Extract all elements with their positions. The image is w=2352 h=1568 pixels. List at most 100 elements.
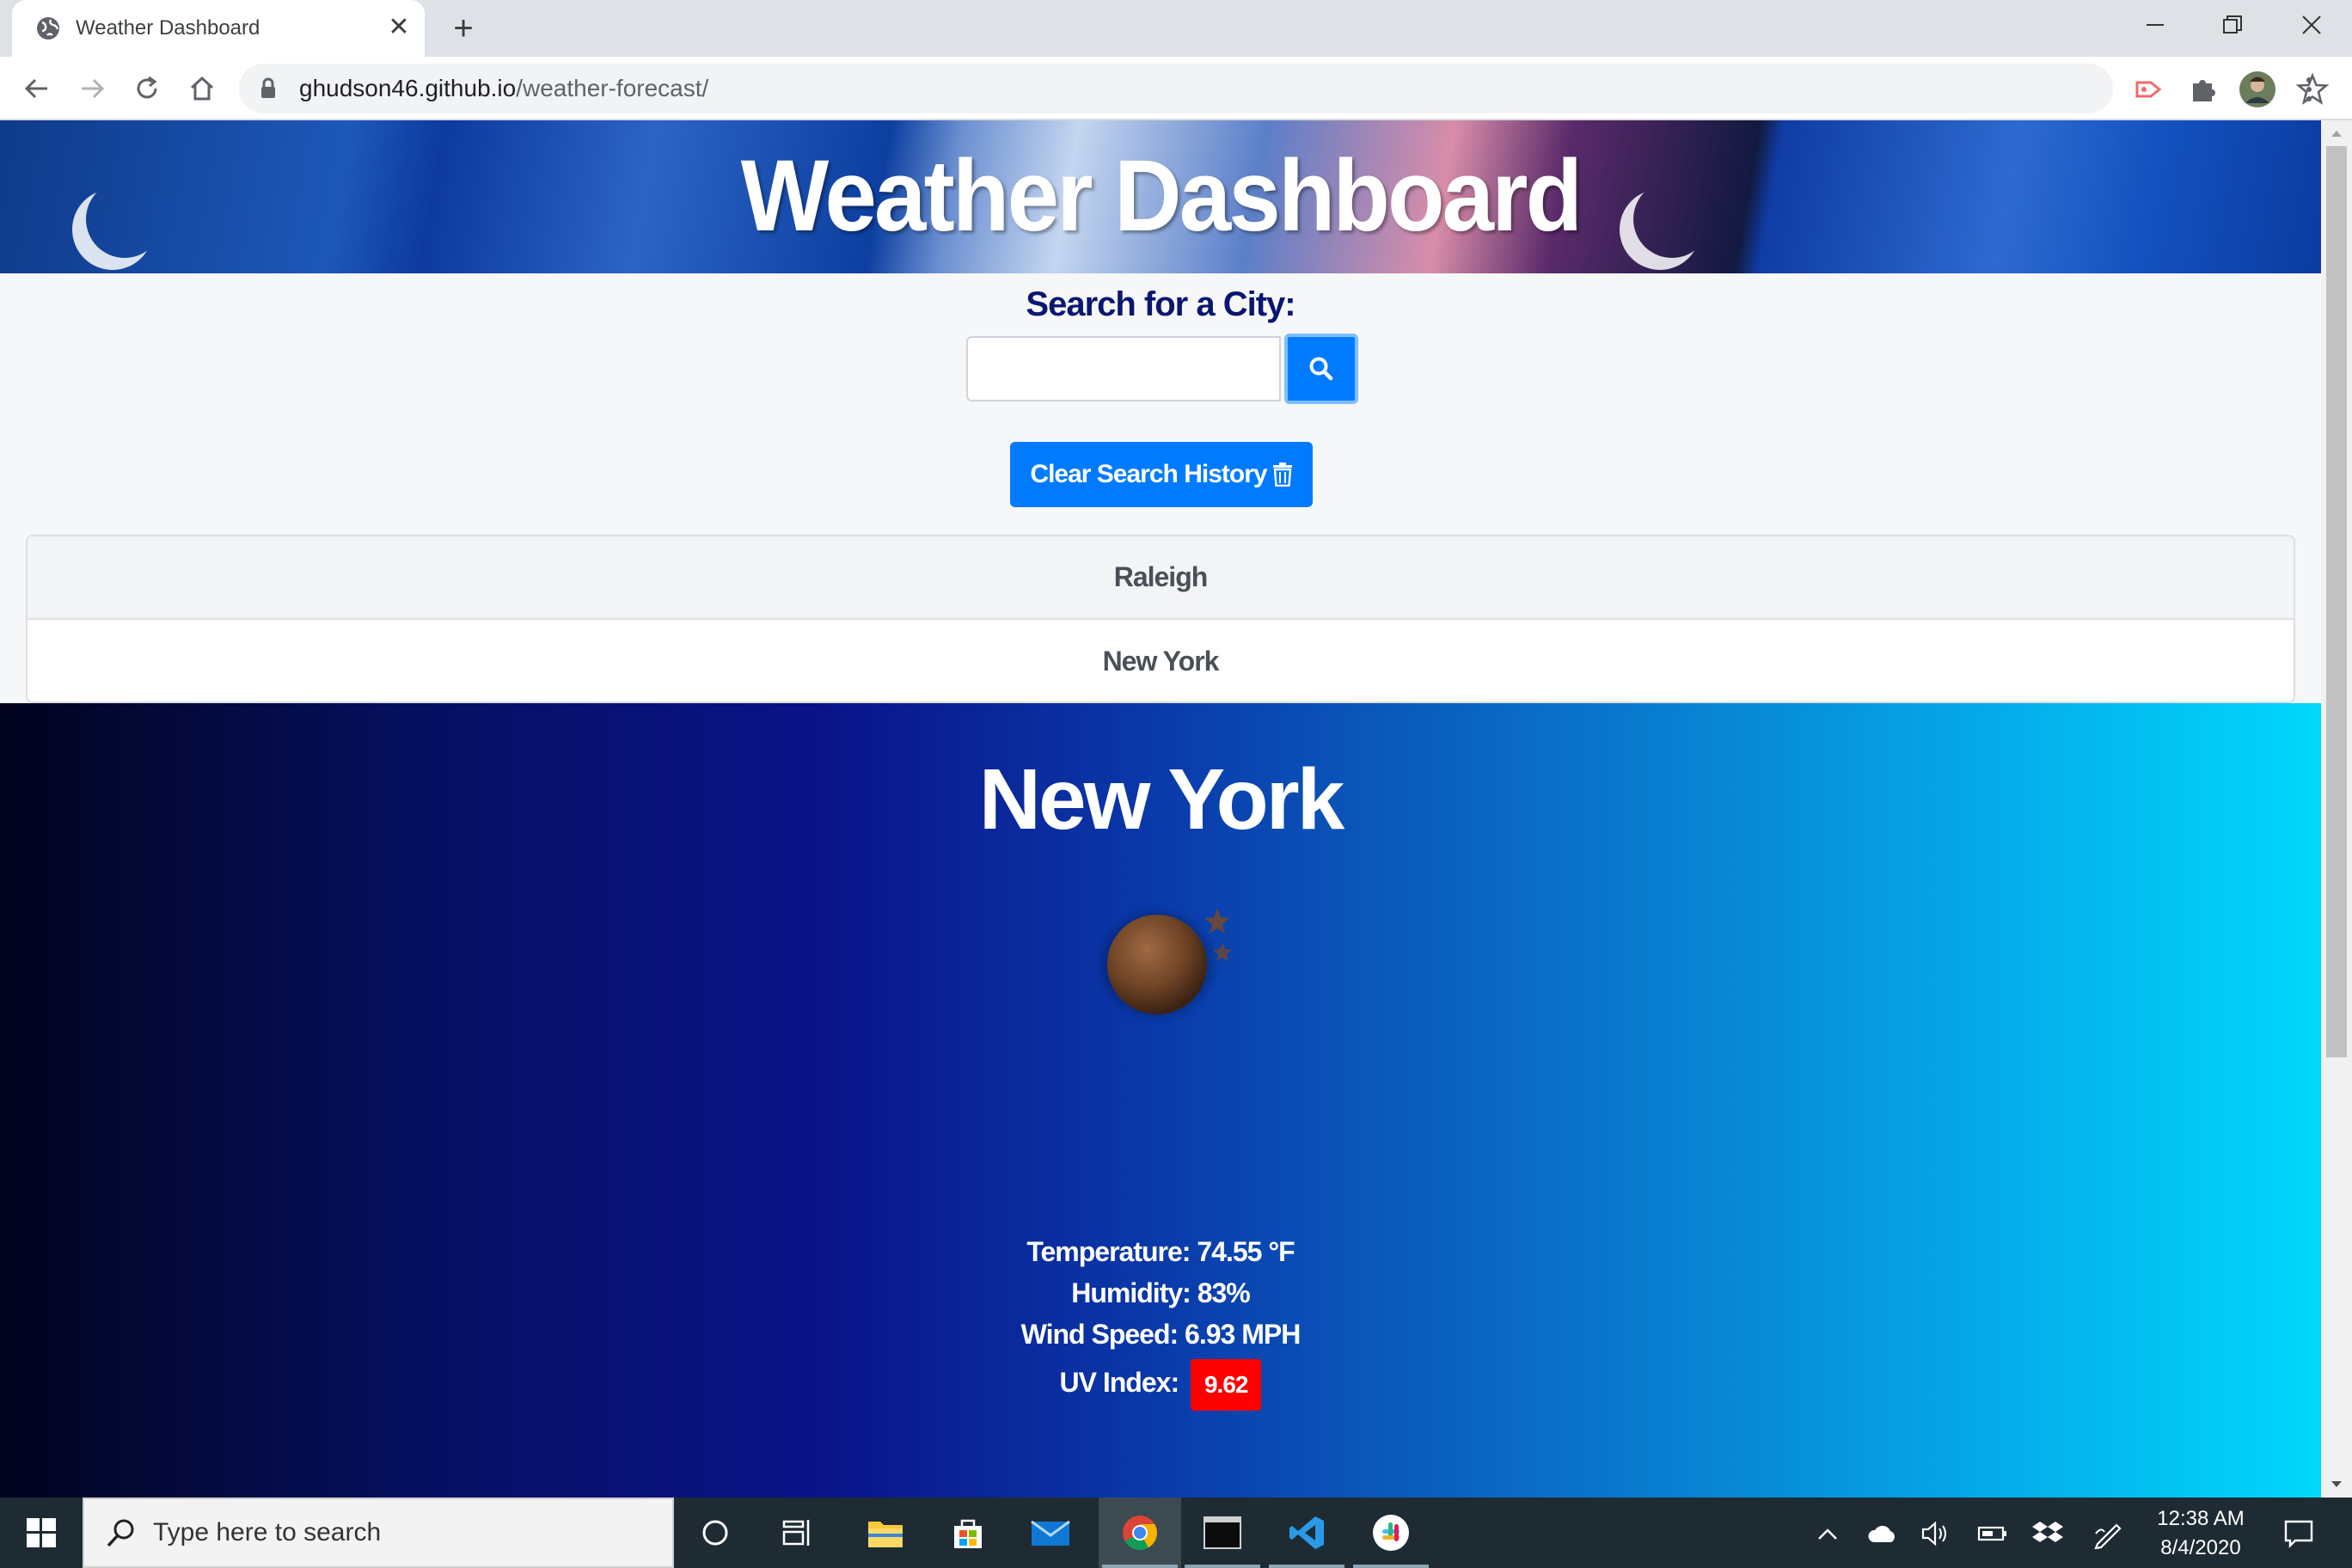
pen-workspace-tray-icon[interactable]: [2089, 1515, 2127, 1553]
temperature-text: Temperature: 74.55 °F: [1026, 1236, 1295, 1267]
clear-history-label: Clear Search History: [1030, 460, 1267, 488]
notification-icon: [2284, 1520, 2313, 1548]
battery-tray-icon[interactable]: [1974, 1515, 2012, 1553]
search-icon: [107, 1519, 134, 1547]
task-view-icon: [782, 1520, 810, 1546]
search-button[interactable]: [1284, 334, 1358, 404]
pen-icon: [2094, 1523, 2122, 1549]
clock-date: 8/4/2020: [2160, 1536, 2241, 1559]
slack-icon: [1373, 1515, 1409, 1551]
action-center-button[interactable]: [2280, 1515, 2318, 1553]
store-bag-icon: [954, 1519, 982, 1548]
uv-index-label: UV Index:: [1059, 1367, 1180, 1398]
chrome-icon: [1123, 1516, 1157, 1550]
task-view-button[interactable]: [756, 1498, 839, 1568]
close-icon: [2302, 15, 2321, 34]
cortana-button[interactable]: [674, 1498, 756, 1568]
onedrive-tray-icon[interactable]: [1864, 1515, 1902, 1553]
url-text: ghudson46.github.io/weather-forecast/: [299, 75, 708, 102]
browser-tab-strip: Weather Dashboard ✕ +: [0, 0, 2352, 57]
active-indicator: [1102, 1565, 1178, 1568]
windows-taskbar: Type here to search 12:38 AM 8/4/2020: [0, 1498, 2352, 1568]
running-indicator: [1185, 1565, 1260, 1568]
tab-close-icon[interactable]: ✕: [383, 12, 414, 43]
scroll-up-arrow-icon[interactable]: [2330, 127, 2343, 141]
search-icon: [1309, 357, 1333, 381]
forecast-heading: 5-Day Forecast:: [0, 1485, 2321, 1498]
minimize-icon: [2147, 24, 2164, 26]
window-minimize-button[interactable]: [2116, 3, 2194, 46]
taskbar-search-box[interactable]: Type here to search: [83, 1498, 674, 1568]
address-bar[interactable]: ghudson46.github.io/weather-forecast/: [239, 64, 2330, 113]
extensions-puzzle-icon[interactable]: [2185, 70, 2223, 108]
running-indicator: [1353, 1565, 1429, 1568]
page-scrollbar[interactable]: [2321, 120, 2352, 1498]
dropbox-icon: [2032, 1522, 2063, 1542]
globe-icon: [37, 17, 59, 40]
page-title: Weather Dashboard: [740, 139, 1583, 253]
reload-button[interactable]: [126, 67, 168, 110]
browser-menu-button[interactable]: [2290, 70, 2328, 108]
forward-button[interactable]: [70, 67, 113, 110]
speaker-icon: [1921, 1521, 1946, 1547]
taskbar-file-explorer[interactable]: [844, 1498, 927, 1568]
browser-toolbar: ghudson46.github.io/weather-forecast/: [0, 57, 2352, 120]
home-icon: [190, 76, 214, 101]
browser-tab[interactable]: Weather Dashboard ✕: [12, 0, 425, 57]
kebab-menu-icon: [2306, 77, 2312, 101]
start-button[interactable]: [0, 1498, 83, 1568]
cortana-circle-icon: [702, 1520, 728, 1546]
dropbox-tray-icon[interactable]: [2029, 1515, 2067, 1553]
new-tab-button[interactable]: +: [445, 10, 481, 46]
search-history-list: Raleigh New York: [26, 535, 2295, 703]
chevron-up-icon: [1818, 1528, 1837, 1540]
night-clear-moon-icon: [1100, 908, 1232, 1018]
folder-icon: [868, 1522, 903, 1547]
taskbar-terminal[interactable]: [1181, 1498, 1264, 1568]
uv-index-badge: 9.62: [1190, 1358, 1262, 1411]
windows-logo-icon: [27, 1518, 56, 1547]
terminal-icon: [1204, 1516, 1241, 1549]
current-weather-panel: New York Temperature: 74.55 °F Humidity:…: [0, 703, 2321, 1498]
extension-cast-icon[interactable]: [2130, 70, 2168, 108]
arrow-left-icon: [24, 78, 47, 99]
window-close-button[interactable]: [2273, 3, 2350, 46]
taskbar-chrome[interactable]: [1099, 1498, 1181, 1568]
page-viewport: Weather Dashboard Search for a City: Cle…: [0, 120, 2352, 1498]
humidity-text: Humidity: 83%: [1071, 1277, 1250, 1308]
url-path: /weather-forecast/: [516, 75, 709, 101]
history-item-new-york[interactable]: New York: [28, 620, 2294, 701]
back-button[interactable]: [15, 67, 58, 110]
home-button[interactable]: [181, 67, 224, 110]
taskbar-vscode[interactable]: [1265, 1498, 1348, 1568]
search-label: Search for a City:: [1026, 285, 1295, 323]
taskbar-store[interactable]: [927, 1498, 1009, 1568]
scroll-down-arrow-icon[interactable]: [2330, 1477, 2343, 1491]
taskbar-mail[interactable]: [1009, 1498, 1092, 1568]
restore-icon: [2223, 15, 2242, 34]
city-name: New York: [978, 751, 1344, 848]
wind-speed-text: Wind Speed: 6.93 MPH: [1020, 1319, 1302, 1350]
mail-icon: [1031, 1520, 1070, 1546]
tab-title: Weather Dashboard: [76, 16, 260, 40]
show-hidden-icons-button[interactable]: [1809, 1515, 1847, 1553]
clock-time: 12:38 AM: [2157, 1507, 2245, 1530]
history-item-raleigh[interactable]: Raleigh: [28, 536, 2294, 620]
arrow-right-icon: [82, 78, 105, 99]
header-banner: Weather Dashboard: [0, 120, 2321, 273]
lock-icon: [261, 77, 275, 98]
profile-avatar[interactable]: [2239, 70, 2276, 108]
vscode-icon: [1289, 1516, 1324, 1549]
uv-index-row: UV Index: 9.62: [0, 1355, 2321, 1411]
volume-tray-icon[interactable]: [1917, 1515, 1955, 1553]
taskbar-clock[interactable]: 12:38 AM 8/4/2020: [2141, 1504, 2261, 1563]
cloud-icon: [1868, 1525, 1895, 1542]
city-search-input[interactable]: [966, 336, 1281, 401]
reload-icon: [137, 76, 157, 99]
battery-icon: [1977, 1526, 2006, 1541]
clear-history-button[interactable]: Clear Search History: [1010, 442, 1313, 507]
scrollbar-thumb[interactable]: [2326, 146, 2347, 1057]
window-restore-button[interactable]: [2194, 3, 2271, 46]
taskbar-search-placeholder: Type here to search: [153, 1518, 382, 1547]
taskbar-slack[interactable]: [1350, 1498, 1432, 1568]
